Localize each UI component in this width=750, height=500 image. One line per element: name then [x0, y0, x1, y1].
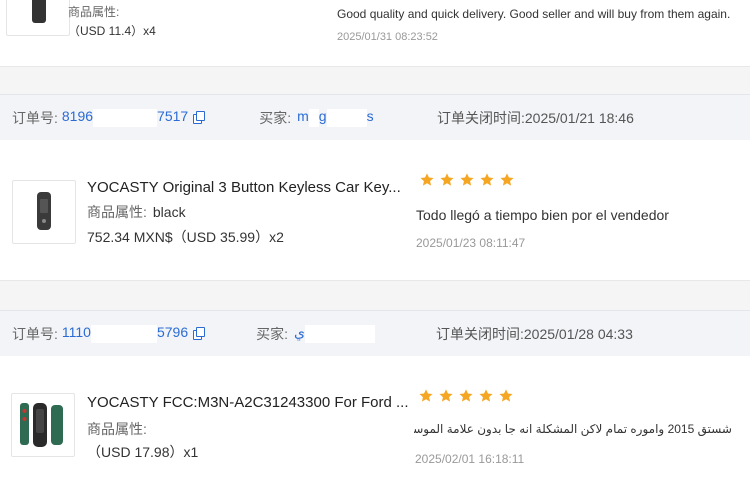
- buyer-mid: g: [318, 108, 327, 125]
- review-text: شستق 2015 واموره تمام لاكن المشكلة انه ج…: [414, 422, 732, 436]
- order-number-prefix: 1110: [61, 324, 91, 341]
- section-divider: [0, 280, 750, 311]
- redacted-mask: [326, 108, 367, 127]
- star-icon: [459, 389, 473, 402]
- review-text: Todo llegó a tiempo bien por el vendedor: [416, 207, 669, 223]
- buyer-link[interactable]: mg s: [297, 108, 374, 127]
- star-icon: [439, 389, 453, 402]
- star-icon: [499, 389, 513, 402]
- order-close-time: 订单关闭时间:2025/01/28 04:33: [436, 325, 633, 342]
- product-attr-label: 商品属性:: [87, 421, 147, 437]
- order-close-time: 订单关闭时间:2025/01/21 18:46: [437, 109, 634, 126]
- review-date: 2025/02/01 16:18:11: [415, 452, 525, 466]
- order-header: 订单号: 8196 7517 买家: mg s 订单关闭时间:2025/01/21 …: [0, 94, 750, 141]
- review-text: Good quality and quick delivery. Good se…: [337, 7, 731, 21]
- car-key-image: [20, 403, 63, 447]
- product-attributes: 商品属性:: [87, 419, 153, 439]
- order-number-label: 订单号:: [12, 325, 58, 342]
- product-title[interactable]: YOCASTY FCC:M3N-A2C31243300 For Ford ...: [87, 394, 409, 411]
- order-number-suffix: 7517: [157, 108, 189, 125]
- order-item: YOCASTY Original 3 Button Keyless Car Ke…: [0, 140, 750, 279]
- star-icon: [419, 389, 433, 402]
- order-number-label: 订单号:: [12, 109, 58, 126]
- buyer-suffix: s: [366, 108, 374, 125]
- buyer-prefix: m: [297, 108, 309, 125]
- product-price: （USD 11.4）x4: [68, 24, 156, 38]
- review-date: 2025/01/23 08:11:47: [416, 236, 526, 250]
- rating-stars: [419, 172, 515, 188]
- order-number-link[interactable]: 8196 7517: [61, 108, 189, 127]
- star-icon: [440, 173, 454, 186]
- order-item: YOCASTY FCC:M3N-A2C31243300 For Ford ...…: [0, 356, 750, 500]
- order-header: 订单号: 1110 5796 买家: ي 订单关闭时间:2025/01/28 04…: [0, 310, 750, 357]
- redacted-mask: [90, 324, 157, 343]
- rating-stars: [418, 388, 514, 404]
- product-price: （USD 17.98）x1: [87, 444, 199, 460]
- buyer-link[interactable]: ي: [294, 324, 375, 343]
- buyer-prefix: ي: [294, 324, 305, 341]
- redacted-mask: [93, 108, 158, 127]
- copy-icon[interactable]: [193, 326, 206, 340]
- product-thumbnail[interactable]: [6, 0, 70, 36]
- car-key-image: [37, 192, 51, 230]
- review-date: 2025/01/31 08:23:52: [337, 31, 438, 43]
- section-divider: [0, 66, 750, 95]
- product-price: 752.34 MXN$（USD 35.99）x2: [87, 229, 284, 245]
- order-number-suffix: 5796: [156, 324, 189, 341]
- redacted-mask: [308, 108, 319, 127]
- star-icon: [460, 173, 474, 186]
- product-attr-value: black: [152, 204, 186, 220]
- review-card-top: 商品属性: （USD 11.4）x4 Good quality and quic…: [0, 0, 750, 66]
- star-icon: [420, 173, 434, 186]
- product-title[interactable]: YOCASTY Original 3 Button Keyless Car Ke…: [87, 179, 401, 196]
- redacted-mask: [304, 324, 375, 343]
- product-attr-label: 商品属性:: [68, 5, 120, 19]
- order-number-link[interactable]: 1110 5796: [61, 324, 189, 343]
- product-attr-label: 商品属性:: [87, 204, 147, 220]
- star-icon: [480, 173, 494, 186]
- star-icon: [479, 389, 493, 402]
- product-attributes: 商品属性: black: [87, 202, 186, 222]
- order-number-prefix: 8196: [61, 108, 94, 125]
- buyer-label: 买家:: [256, 325, 289, 342]
- star-icon: [500, 173, 514, 186]
- buyer-label: 买家:: [259, 109, 292, 126]
- copy-icon[interactable]: [193, 110, 206, 124]
- car-key-image: [32, 0, 46, 23]
- product-thumbnail[interactable]: [11, 393, 75, 457]
- product-thumbnail[interactable]: [12, 180, 76, 244]
